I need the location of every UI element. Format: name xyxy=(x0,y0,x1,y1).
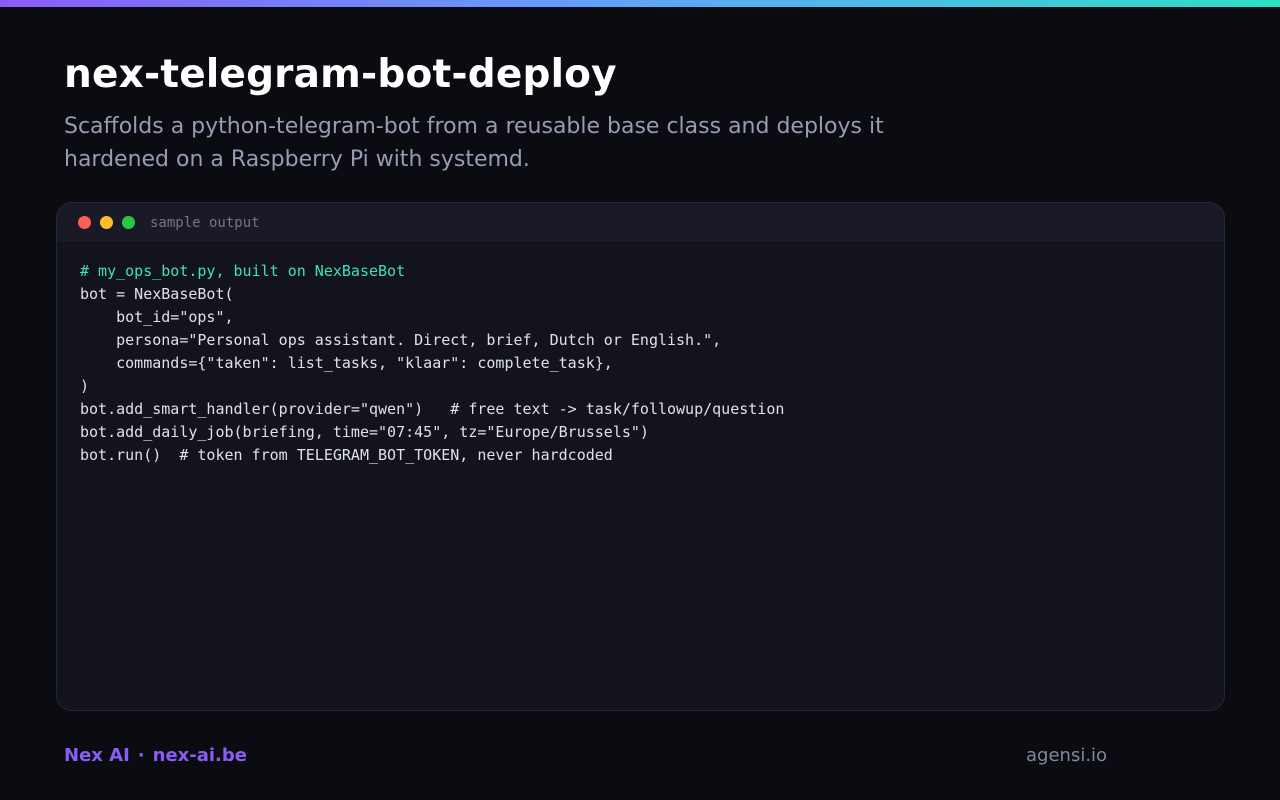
footer-brand: Nex AI · nex-ai.be xyxy=(64,744,247,768)
code-line-comment: # my_ops_bot.py, built on NexBaseBot xyxy=(80,262,406,280)
code-line: bot.run() # token from TELEGRAM_BOT_TOKE… xyxy=(80,446,613,464)
code-line: bot = NexBaseBot( xyxy=(80,285,234,303)
code-line: persona="Personal ops assistant. Direct,… xyxy=(80,331,722,349)
maximize-dot-icon xyxy=(122,216,135,229)
code-line: bot.add_daily_job(briefing, time="07:45"… xyxy=(80,423,649,441)
code-window: sample output # my_ops_bot.py, built on … xyxy=(56,202,1225,711)
minimize-dot-icon xyxy=(100,216,113,229)
code-line: commands={"taken": list_tasks, "klaar": … xyxy=(80,354,613,372)
code-line: bot_id="ops", xyxy=(80,308,234,326)
close-dot-icon xyxy=(78,216,91,229)
top-gradient-bar xyxy=(0,0,1280,7)
code-window-header: sample output xyxy=(57,203,1224,241)
code-window-label: sample output xyxy=(150,215,260,231)
brand-site-link[interactable]: nex-ai.be xyxy=(153,745,247,766)
page-subtitle: Scaffolds a python-telegram-bot from a r… xyxy=(64,114,884,172)
brand-separator: · xyxy=(137,745,145,766)
code-line: bot.add_smart_handler(provider="qwen") #… xyxy=(80,400,785,418)
brand-name: Nex AI xyxy=(64,745,130,766)
footer-right-link[interactable]: agensi.io xyxy=(1026,744,1107,768)
code-line: ) xyxy=(80,377,90,395)
page-title: nex-telegram-bot-deploy xyxy=(64,52,617,97)
code-block: # my_ops_bot.py, built on NexBaseBot bot … xyxy=(80,260,784,467)
